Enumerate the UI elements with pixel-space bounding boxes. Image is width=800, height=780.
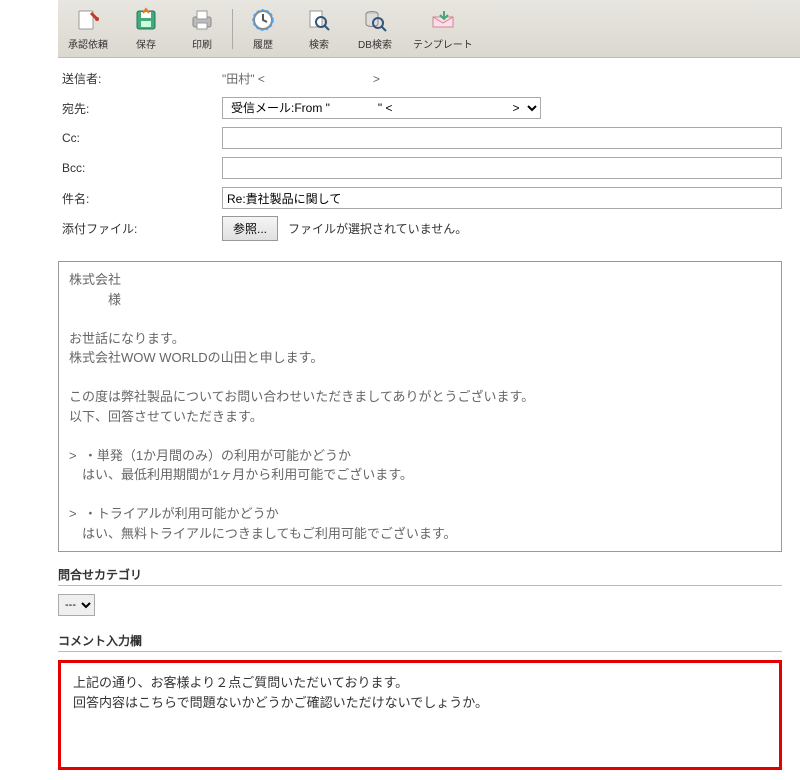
print-button[interactable]: 印刷	[174, 4, 230, 53]
to-select[interactable]: 受信メール:From " " < >	[222, 97, 541, 119]
history-label: 履歴	[253, 36, 273, 51]
approve-button[interactable]: 承認依頼	[58, 4, 118, 53]
subject-label: 件名:	[62, 190, 222, 207]
bcc-row: Bcc:	[62, 156, 782, 180]
cc-input[interactable]	[222, 127, 782, 149]
template-icon	[429, 6, 457, 34]
bcc-input[interactable]	[222, 157, 782, 179]
dbsearch-button[interactable]: DB検索	[347, 4, 403, 53]
cc-label: Cc:	[62, 131, 222, 145]
message-body[interactable]: 株式会社 様 お世話になります。 株式会社WOW WORLDの山田と申します。 …	[58, 261, 782, 552]
search-icon	[305, 6, 333, 34]
comment-header: コメント入力欄	[58, 628, 782, 652]
save-button[interactable]: 保存	[118, 4, 174, 53]
sender-row: 送信者: "田村" < >	[62, 66, 782, 90]
print-label: 印刷	[192, 36, 212, 51]
dbsearch-icon	[361, 6, 389, 34]
category-select[interactable]: ---	[58, 594, 95, 616]
to-row: 宛先: 受信メール:From " " < >	[62, 96, 782, 120]
search-button[interactable]: 検索	[291, 4, 347, 53]
approve-label: 承認依頼	[68, 36, 108, 51]
attach-label: 添付ファイル:	[62, 220, 222, 237]
toolbar: 承認依頼 保存 印刷 履歴 検索 DB検索 テンプレート	[58, 0, 800, 58]
subject-row: 件名:	[62, 186, 782, 210]
to-label: 宛先:	[62, 100, 222, 117]
print-icon	[188, 6, 216, 34]
template-label: テンプレート	[413, 36, 473, 51]
sender-label: 送信者:	[62, 70, 222, 87]
browse-button[interactable]: 参照...	[222, 216, 278, 241]
search-label: 検索	[309, 36, 329, 51]
save-label: 保存	[136, 36, 156, 51]
dbsearch-label: DB検索	[358, 36, 392, 51]
sender-value: "田村" < >	[222, 70, 782, 87]
comment-input[interactable]: 上記の通り、お客様より２点ご質問いただいております。 回答内容はこちらで問題ない…	[58, 660, 782, 770]
category-wrap: ---	[58, 594, 782, 616]
approve-icon	[74, 6, 102, 34]
subject-input[interactable]	[222, 187, 782, 209]
save-icon	[132, 6, 160, 34]
attach-row: 添付ファイル: 参照... ファイルが選択されていません。	[62, 216, 782, 241]
compose-header: 送信者: "田村" < > 宛先: 受信メール:From " " < > Cc:…	[0, 58, 800, 255]
history-button[interactable]: 履歴	[235, 4, 291, 53]
cc-row: Cc:	[62, 126, 782, 150]
template-button[interactable]: テンプレート	[403, 4, 483, 53]
file-status: ファイルが選択されていません。	[288, 220, 467, 237]
category-header: 問合せカテゴリ	[58, 562, 782, 586]
bcc-label: Bcc:	[62, 161, 222, 175]
toolbar-divider	[232, 9, 233, 49]
history-icon	[249, 6, 277, 34]
